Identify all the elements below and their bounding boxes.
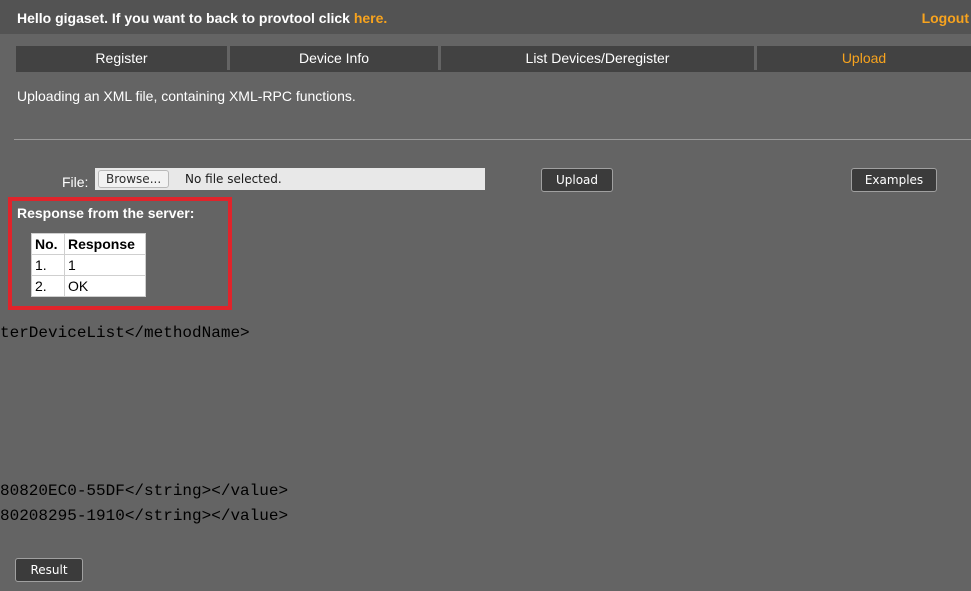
- page-description: Uploading an XML file, containing XML-RP…: [17, 88, 356, 104]
- tab-underline: [16, 70, 971, 72]
- file-input[interactable]: Browse... No file selected.: [95, 168, 485, 190]
- tab-list-devices-deregister[interactable]: List Devices/Deregister: [441, 46, 754, 70]
- file-status-text: No file selected.: [185, 172, 282, 186]
- file-label: File:: [62, 174, 89, 190]
- xml-code-line: terDeviceList</methodName>: [0, 324, 250, 342]
- xml-code-line: 80208295-1910</string></value>: [0, 507, 289, 525]
- response-highlight-box: [8, 197, 232, 310]
- tab-register[interactable]: Register: [16, 46, 227, 70]
- logout-link[interactable]: Logout: [922, 10, 969, 26]
- xml-code-line: 80820EC0-55DF</string></value>: [0, 482, 289, 500]
- greeting-label: Hello gigaset. If you want to back to pr…: [17, 10, 354, 26]
- section-divider: [14, 139, 971, 140]
- tab-device-info[interactable]: Device Info: [230, 46, 438, 70]
- provtool-here-link[interactable]: here.: [354, 10, 387, 26]
- top-bar: Hello gigaset. If you want to back to pr…: [0, 0, 971, 34]
- browse-button[interactable]: Browse...: [98, 170, 170, 188]
- upload-button[interactable]: Upload: [541, 168, 613, 192]
- greeting-text: Hello gigaset. If you want to back to pr…: [17, 10, 387, 26]
- upload-page: Hello gigaset. If you want to back to pr…: [0, 0, 971, 591]
- result-button[interactable]: Result: [15, 558, 83, 582]
- examples-button[interactable]: Examples: [851, 168, 937, 192]
- tab-upload[interactable]: Upload: [757, 46, 971, 70]
